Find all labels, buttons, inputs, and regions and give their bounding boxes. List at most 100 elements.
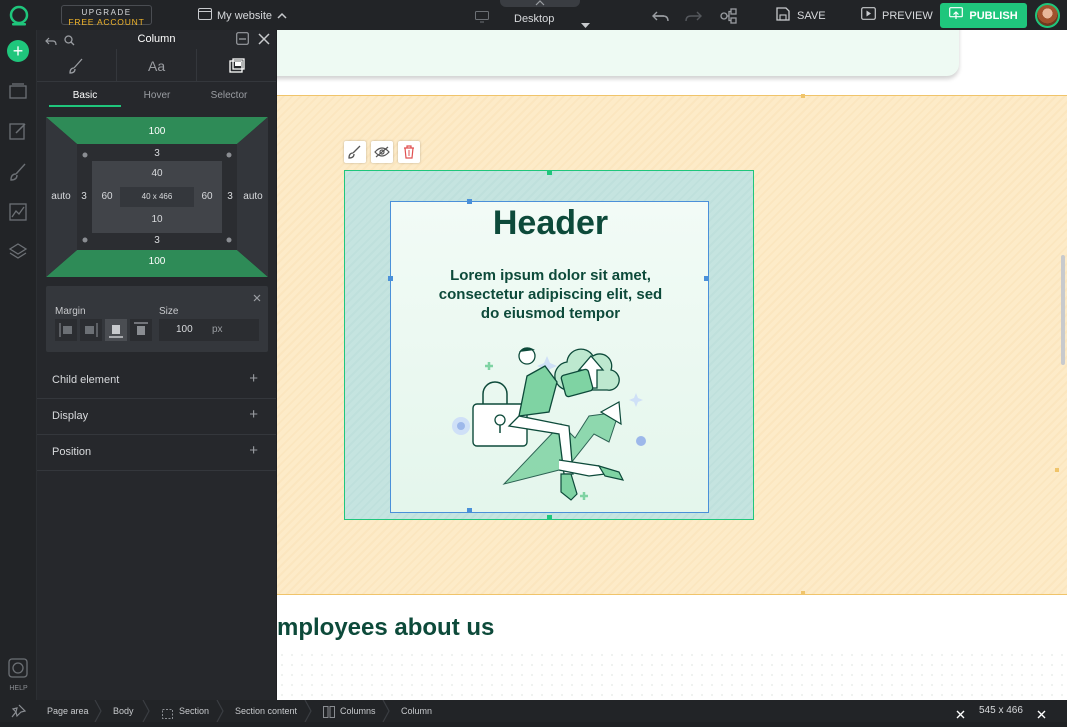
edit-icon[interactable] [8,121,28,141]
help-icon[interactable] [8,658,28,678]
breadcrumb-bar: Page area Body Section Section content C… [0,699,1067,724]
margin-side-left-button[interactable] [55,319,77,341]
margin-right-value[interactable]: auto [240,191,266,202]
content-resize-handle[interactable] [467,508,472,513]
undo-icon[interactable] [652,9,670,27]
breadcrumb-item-current[interactable]: Column [401,706,432,716]
tab-hover[interactable]: Hover [121,85,193,107]
body-text[interactable]: Lorem ipsum dolor sit amet, consectetur … [433,266,668,323]
tab-layout[interactable] [197,49,276,82]
close-icon[interactable] [253,289,261,307]
breadcrumb-item[interactable]: Columns [340,706,376,716]
device-tab-handle[interactable] [500,0,580,7]
section-position[interactable]: Position + [37,435,276,471]
brush-icon[interactable] [8,162,28,182]
publish-button[interactable]: PUBLISH [940,3,1027,28]
border-left-value[interactable]: 3 [77,191,91,202]
tab-basic[interactable]: Basic [49,85,121,107]
content-resize-handle[interactable] [388,276,393,281]
desktop-icon [475,10,489,28]
canvas-scrollbar[interactable] [1061,255,1065,365]
padding-bottom-value[interactable]: 10 [46,214,268,225]
publish-label: PUBLISH [969,9,1018,22]
margin-top-value[interactable]: 100 [46,126,268,137]
brush-icon [348,145,361,159]
breadcrumb-item[interactable]: Page area [47,706,89,716]
layers-icon[interactable] [8,242,28,262]
tab-selector[interactable]: Selector [193,85,265,107]
section-icon [162,706,173,724]
header-heading[interactable]: Header [391,204,710,243]
brush-icon [69,58,83,74]
content-resize-handle[interactable] [704,276,709,281]
dotted-background-pattern [277,650,1067,700]
size-unit[interactable]: px [212,324,223,335]
website-selector[interactable]: My website [198,8,287,24]
minimize-icon[interactable] [236,32,249,50]
device-selector[interactable]: Desktop [473,9,593,28]
device-label: Desktop [514,13,555,25]
section-display[interactable]: Display + [37,399,276,435]
plus-icon: + [249,442,258,459]
close-icon[interactable] [1037,706,1046,724]
section-child-element[interactable]: Child element + [37,363,276,399]
column-content-box[interactable]: Header Lorem ipsum dolor sit amet, conse… [388,199,710,513]
save-button[interactable]: SAVE [776,6,826,25]
style-button[interactable] [344,141,366,163]
column-resize-handle[interactable] [547,170,552,175]
previous-section-card[interactable] [277,30,959,76]
tab-design[interactable] [37,49,117,82]
pages-icon[interactable] [8,81,28,101]
chevron-up-icon [535,0,545,6]
size-label: Size [159,306,179,317]
margin-side-right-button[interactable] [80,319,102,341]
breadcrumb-item[interactable]: Body [113,706,134,716]
upgrade-button[interactable]: UPGRADE FREE ACCOUNT [61,5,152,27]
section-child-element-label: Child element [52,374,120,386]
element-dimensions: 545 x 466 [979,705,1023,716]
chevron-up-icon [277,7,287,25]
size-input[interactable]: 100 px [159,319,259,341]
breadcrumb-item[interactable]: Section [179,706,209,716]
align-top-icon [134,322,148,335]
column-resize-handle[interactable] [547,515,552,520]
upgrade-label: UPGRADE [81,8,132,17]
layout-icon [229,58,245,73]
preview-button[interactable]: PREVIEW [861,7,933,25]
border-bottom-value[interactable]: 3 [46,235,268,246]
margin-side-bottom-button[interactable] [105,319,127,341]
close-icon[interactable] [258,32,270,50]
tab-basic-label: Basic [72,90,98,101]
border-right-value[interactable]: 3 [223,191,237,202]
plus-icon: + [249,370,258,387]
pin-icon[interactable] [10,704,27,723]
avatar[interactable] [1035,3,1060,28]
padding-top-value[interactable]: 40 [46,168,268,179]
analytics-icon[interactable] [8,202,28,222]
plus-icon: + [249,406,258,423]
margin-side-top-button[interactable] [130,319,152,341]
redo-icon[interactable] [684,9,702,27]
border-top-value[interactable]: 3 [46,148,268,159]
section-resize-handle[interactable] [801,591,805,595]
margin-label: Margin [55,306,86,317]
delete-button[interactable] [398,141,420,163]
tab-typography[interactable]: Aa [117,49,197,82]
box-model-editor: 100 100 auto auto 3 3 3 3 40 10 60 60 40… [46,117,268,277]
selected-column[interactable]: Header Lorem ipsum dolor sit amet, conse… [344,170,754,520]
editor-canvas[interactable]: Header Lorem ipsum dolor sit amet, conse… [277,30,1067,700]
section-resize-handle[interactable] [801,94,805,98]
align-right-icon [85,323,98,337]
sitemap-icon[interactable] [720,8,738,29]
section-resize-handle[interactable] [1055,468,1059,472]
close-icon[interactable] [956,706,965,724]
breadcrumb-item[interactable]: Section content [235,706,297,716]
padding-left-value[interactable]: 60 [94,191,120,202]
app-logo[interactable] [8,5,30,27]
add-element-button[interactable]: + [7,40,29,62]
margin-left-value[interactable]: auto [48,191,74,202]
margin-bottom-value[interactable]: 100 [46,256,268,267]
hide-button[interactable] [371,141,393,163]
section-heading[interactable]: mployees about us [277,614,494,642]
padding-right-value[interactable]: 60 [194,191,220,202]
